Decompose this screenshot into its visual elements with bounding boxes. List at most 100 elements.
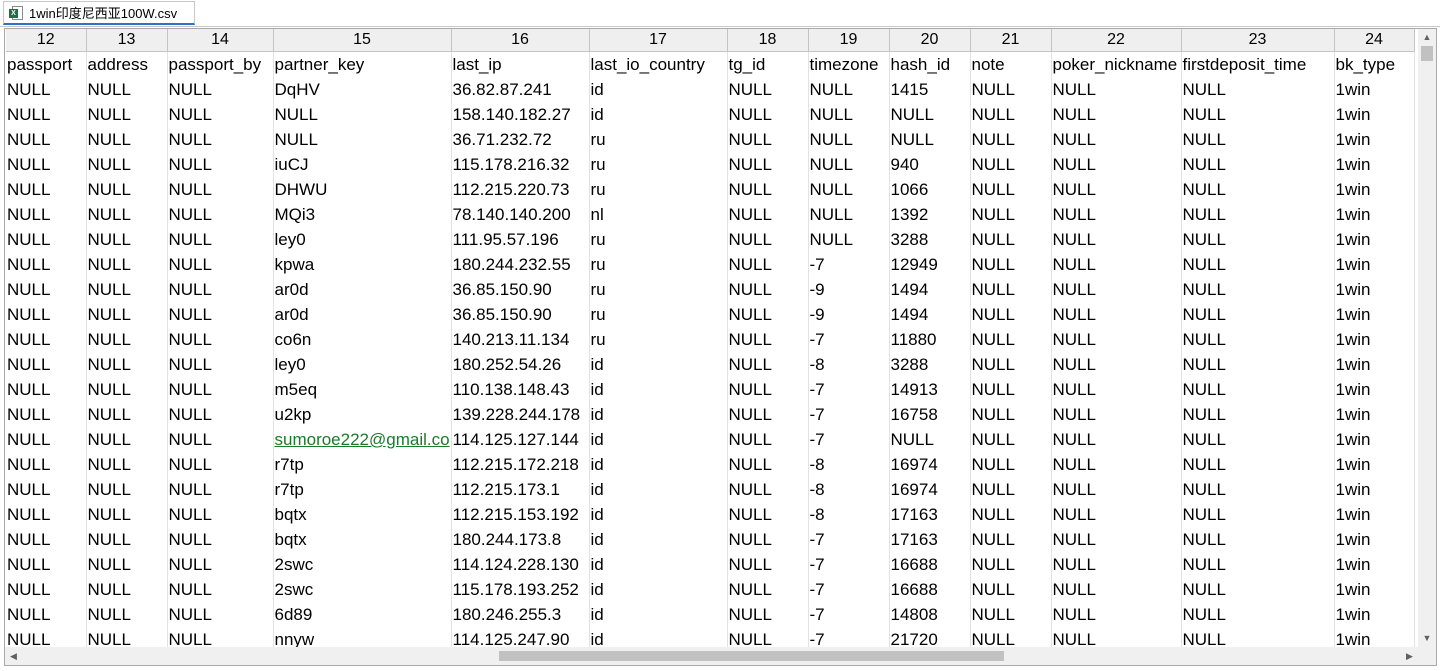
table-cell[interactable]: 1win: [1334, 627, 1415, 647]
table-cell[interactable]: -7: [808, 427, 890, 452]
table-cell[interactable]: NULL: [167, 477, 274, 502]
table-cell[interactable]: NULL: [1181, 152, 1335, 177]
table-cell[interactable]: NULL: [86, 627, 168, 647]
column-number-22[interactable]: 22: [1051, 29, 1182, 52]
table-cell[interactable]: NULL: [6, 402, 87, 427]
table-cell[interactable]: NULL: [167, 177, 274, 202]
table-cell[interactable]: NULL: [167, 452, 274, 477]
table-cell[interactable]: NULL: [6, 527, 87, 552]
table-cell[interactable]: NULL: [6, 352, 87, 377]
table-cell[interactable]: NULL: [1051, 102, 1182, 127]
table-cell[interactable]: 1win: [1334, 552, 1415, 577]
table-cell[interactable]: 36.82.87.241: [451, 77, 590, 102]
table-cell[interactable]: ru: [589, 277, 728, 302]
table-cell[interactable]: NULL: [727, 377, 809, 402]
table-cell[interactable]: NULL: [1051, 377, 1182, 402]
table-cell[interactable]: NULL: [727, 77, 809, 102]
table-cell[interactable]: 115.178.216.32: [451, 152, 590, 177]
table-cell[interactable]: NULL: [86, 552, 168, 577]
email-link-cell[interactable]: sumoroe222@gmail.co: [273, 427, 452, 452]
table-cell[interactable]: NULL: [727, 277, 809, 302]
table-cell[interactable]: NULL: [1181, 377, 1335, 402]
table-cell[interactable]: NULL: [970, 227, 1052, 252]
table-cell[interactable]: NULL: [6, 202, 87, 227]
column-number-13[interactable]: 13: [86, 29, 168, 52]
table-cell[interactable]: NULL: [1051, 552, 1182, 577]
table-cell[interactable]: NULL: [167, 377, 274, 402]
table-cell[interactable]: NULL: [86, 277, 168, 302]
table-cell[interactable]: NULL: [1181, 352, 1335, 377]
table-cell[interactable]: NULL: [970, 252, 1052, 277]
table-cell[interactable]: NULL: [970, 352, 1052, 377]
table-cell[interactable]: NULL: [970, 202, 1052, 227]
table-cell[interactable]: NULL: [727, 552, 809, 577]
table-cell[interactable]: 1win: [1334, 202, 1415, 227]
table-cell[interactable]: ley0: [273, 352, 452, 377]
table-cell[interactable]: 16688: [889, 577, 971, 602]
vertical-scrollbar[interactable]: ▲ ▼: [1418, 29, 1436, 647]
arrow-down-icon[interactable]: ▼: [1418, 630, 1436, 647]
table-cell[interactable]: NULL: [1181, 227, 1335, 252]
table-cell[interactable]: NULL: [808, 102, 890, 127]
table-cell[interactable]: NULL: [86, 202, 168, 227]
table-cell[interactable]: 16974: [889, 452, 971, 477]
table-cell[interactable]: NULL: [167, 502, 274, 527]
table-cell[interactable]: NULL: [1181, 427, 1335, 452]
table-cell[interactable]: NULL: [86, 127, 168, 152]
table-cell[interactable]: 78.140.140.200: [451, 202, 590, 227]
field-name-cell[interactable]: bk_type: [1334, 51, 1415, 77]
table-cell[interactable]: NULL: [970, 127, 1052, 152]
table-cell[interactable]: 1win: [1334, 477, 1415, 502]
table-cell[interactable]: NULL: [727, 252, 809, 277]
table-cell[interactable]: NULL: [808, 227, 890, 252]
column-number-19[interactable]: 19: [808, 29, 890, 52]
arrow-left-icon[interactable]: ◀: [5, 647, 22, 665]
table-cell[interactable]: 1win: [1334, 352, 1415, 377]
table-cell[interactable]: NULL: [167, 227, 274, 252]
table-cell[interactable]: bqtx: [273, 527, 452, 552]
table-cell[interactable]: NULL: [808, 202, 890, 227]
table-cell[interactable]: 1win: [1334, 527, 1415, 552]
table-cell[interactable]: NULL: [808, 127, 890, 152]
table-cell[interactable]: id: [589, 552, 728, 577]
table-cell[interactable]: 1win: [1334, 327, 1415, 352]
table-cell[interactable]: NULL: [1051, 427, 1182, 452]
table-cell[interactable]: 1win: [1334, 227, 1415, 252]
table-cell[interactable]: NULL: [167, 627, 274, 647]
table-cell[interactable]: 114.125.247.90: [451, 627, 590, 647]
table-cell[interactable]: 16974: [889, 477, 971, 502]
table-cell[interactable]: 16758: [889, 402, 971, 427]
table-cell[interactable]: 1392: [889, 202, 971, 227]
table-cell[interactable]: NULL: [727, 577, 809, 602]
table-cell[interactable]: NULL: [727, 202, 809, 227]
table-cell[interactable]: NULL: [1051, 577, 1182, 602]
table-cell[interactable]: NULL: [727, 452, 809, 477]
column-number-23[interactable]: 23: [1181, 29, 1335, 52]
table-cell[interactable]: NULL: [167, 102, 274, 127]
table-cell[interactable]: 1win: [1334, 127, 1415, 152]
table-cell[interactable]: 115.178.193.252: [451, 577, 590, 602]
table-cell[interactable]: NULL: [970, 327, 1052, 352]
table-cell[interactable]: id: [589, 602, 728, 627]
table-cell[interactable]: NULL: [970, 502, 1052, 527]
table-cell[interactable]: NULL: [1051, 502, 1182, 527]
table-cell[interactable]: NULL: [970, 302, 1052, 327]
arrow-right-icon[interactable]: ▶: [1401, 647, 1418, 665]
table-cell[interactable]: NULL: [808, 77, 890, 102]
table-cell[interactable]: NULL: [6, 127, 87, 152]
table-cell[interactable]: NULL: [808, 177, 890, 202]
table-cell[interactable]: -7: [808, 402, 890, 427]
table-cell[interactable]: 180.246.255.3: [451, 602, 590, 627]
table-cell[interactable]: 1win: [1334, 177, 1415, 202]
table-cell[interactable]: NULL: [727, 327, 809, 352]
table-cell[interactable]: 14808: [889, 602, 971, 627]
table-cell[interactable]: NULL: [1051, 402, 1182, 427]
table-cell[interactable]: NULL: [1181, 627, 1335, 647]
table-cell[interactable]: NULL: [1051, 327, 1182, 352]
table-cell[interactable]: NULL: [86, 252, 168, 277]
field-name-cell[interactable]: partner_key: [273, 51, 452, 77]
table-cell[interactable]: NULL: [86, 227, 168, 252]
table-cell[interactable]: -8: [808, 477, 890, 502]
table-cell[interactable]: NULL: [86, 577, 168, 602]
table-cell[interactable]: NULL: [970, 77, 1052, 102]
